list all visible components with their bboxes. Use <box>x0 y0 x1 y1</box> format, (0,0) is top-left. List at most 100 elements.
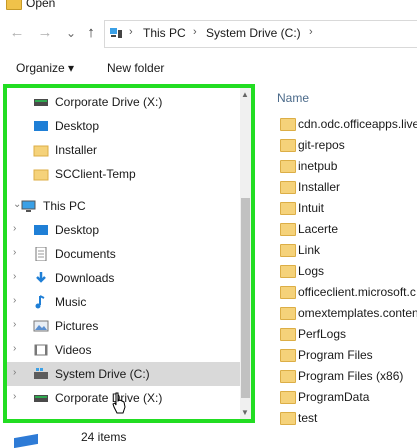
breadcrumb-this-pc[interactable]: This PC <box>143 26 186 40</box>
tree-item[interactable]: › Desktop <box>7 218 243 242</box>
tree-item-label: Documents <box>55 247 116 261</box>
folder-icon <box>280 370 296 383</box>
tree-item[interactable]: SCClient-Temp <box>7 162 243 186</box>
app-logo-icon <box>14 433 38 448</box>
list-item[interactable]: Program Files (x86) <box>262 366 417 387</box>
file-list: cdn.odc.officeapps.live git-repos inetpub I… <box>262 114 417 428</box>
downloads-icon <box>33 271 49 285</box>
forward-arrow-icon[interactable]: → <box>36 24 54 42</box>
list-item[interactable]: Logs <box>262 261 417 282</box>
list-item[interactable]: Intuit <box>262 198 417 219</box>
scroll-down-icon[interactable]: ▼ <box>241 408 249 417</box>
list-item[interactable]: ProgramData <box>262 387 417 408</box>
list-item[interactable]: git-repos <box>262 135 417 156</box>
folder-icon <box>280 391 296 404</box>
column-header-label: Name <box>277 91 310 105</box>
tree-item-label: Downloads <box>55 271 115 285</box>
list-item[interactable]: omextemplates.conten <box>262 303 417 324</box>
list-item-label: test <box>298 411 318 425</box>
list-item-label: Program Files <box>298 348 373 362</box>
folder-icon <box>280 202 296 215</box>
tree-item[interactable]: › Documents <box>7 242 243 266</box>
folder-icon <box>33 143 49 157</box>
list-item[interactable]: Lacerte <box>262 219 417 240</box>
chevron-right-icon[interactable]: › <box>13 367 23 378</box>
tree-item-label: Desktop <box>55 223 100 237</box>
recent-dropdown-icon[interactable]: ⌄ <box>62 24 80 42</box>
breadcrumb-separator: › <box>129 26 133 38</box>
new-folder-button[interactable]: New folder <box>107 61 164 75</box>
chevron-right-icon[interactable]: › <box>13 247 23 258</box>
column-header-name[interactable]: Name <box>262 88 417 108</box>
organize-button[interactable]: Organize ▾ <box>16 61 74 75</box>
system-drive-icon <box>33 367 49 381</box>
list-item[interactable]: Program Files <box>262 345 417 366</box>
folder-icon <box>280 181 296 194</box>
chevron-right-icon[interactable]: › <box>13 391 23 402</box>
folder-icon <box>280 244 296 257</box>
list-item[interactable]: cdn.odc.officeapps.live <box>262 114 417 135</box>
tree-item[interactable]: ⌄ This PC <box>7 194 243 218</box>
folder-icon <box>280 139 296 152</box>
window-title: Open <box>26 0 56 10</box>
list-item-label: git-repos <box>298 138 345 152</box>
navigation-pane[interactable]: Corporate Drive (X:) Desktop Installer SCCl… <box>3 84 255 423</box>
desktop-icon <box>33 223 49 237</box>
music-icon <box>33 295 49 309</box>
list-item-label: Lacerte <box>298 222 339 236</box>
tree-item-label: System Drive (C:) <box>55 367 150 381</box>
tree-item[interactable]: › Music <box>7 290 243 314</box>
tree-item[interactable]: › Downloads <box>7 266 243 290</box>
breadcrumb-system-drive[interactable]: System Drive (C:) <box>206 26 301 40</box>
folder-icon <box>280 349 296 362</box>
folder-icon <box>6 0 22 10</box>
tree-item-label: Corporate Drive (X:) <box>55 95 163 109</box>
tree-item-label: Installer <box>55 143 98 157</box>
tree-item[interactable]: Desktop <box>7 114 243 138</box>
list-item[interactable]: Installer <box>262 177 417 198</box>
chevron-right-icon[interactable]: › <box>13 271 23 282</box>
folder-icon <box>280 223 296 236</box>
chevron-right-icon[interactable]: › <box>13 343 23 354</box>
tree-item-label: Desktop <box>55 119 100 133</box>
chevron-right-icon[interactable]: › <box>13 295 23 306</box>
tree-item[interactable]: › System Drive (C:) <box>7 362 243 386</box>
tree-item[interactable]: › Pictures <box>7 314 243 338</box>
hand-cursor-icon <box>112 392 126 414</box>
item-count: 24 items <box>81 430 127 444</box>
title-bar: Open <box>0 0 417 16</box>
tree-item-label: Pictures <box>55 319 99 333</box>
back-arrow-icon[interactable]: ← <box>8 24 26 42</box>
list-item-label: Intuit <box>298 201 325 215</box>
breadcrumb-separator: › <box>193 26 197 38</box>
up-arrow-icon[interactable]: ↑ <box>82 24 100 42</box>
address-bar[interactable]: › This PC › System Drive (C:) › <box>104 20 417 48</box>
desktop-icon <box>33 119 49 133</box>
list-item[interactable]: officeclient.microsoft.c <box>262 282 417 303</box>
list-item-label: Logs <box>298 264 325 278</box>
pictures-icon <box>33 319 49 333</box>
breadcrumb-separator: › <box>309 26 313 38</box>
pc-icon <box>110 28 122 38</box>
list-item-label: officeclient.microsoft.c <box>298 285 416 299</box>
folder-icon <box>280 265 296 278</box>
tree-item-label: SCClient-Temp <box>55 167 136 181</box>
tree-item[interactable]: Installer <box>7 138 243 162</box>
navigation-scrollbar[interactable]: ▲ ▼ <box>240 88 251 419</box>
scroll-thumb[interactable] <box>241 198 250 398</box>
list-item[interactable]: PerfLogs <box>262 324 417 345</box>
tree-item[interactable]: › Videos <box>7 338 243 362</box>
chevron-right-icon[interactable]: › <box>13 223 23 234</box>
chevron-right-icon[interactable]: › <box>13 319 23 330</box>
list-item[interactable]: inetpub <box>262 156 417 177</box>
tree-item-label: Corporate Drive (X:) <box>55 391 163 405</box>
list-item-label: PerfLogs <box>298 327 347 341</box>
list-item-label: Link <box>298 243 321 257</box>
tree-item[interactable]: Corporate Drive (X:) <box>7 90 243 114</box>
list-item[interactable]: Link <box>262 240 417 261</box>
folder-icon <box>280 328 296 341</box>
list-item[interactable]: test <box>262 408 417 428</box>
list-item-label: cdn.odc.officeapps.live <box>298 117 417 131</box>
scroll-up-icon[interactable]: ▲ <box>241 90 249 99</box>
folder-icon <box>33 167 49 181</box>
